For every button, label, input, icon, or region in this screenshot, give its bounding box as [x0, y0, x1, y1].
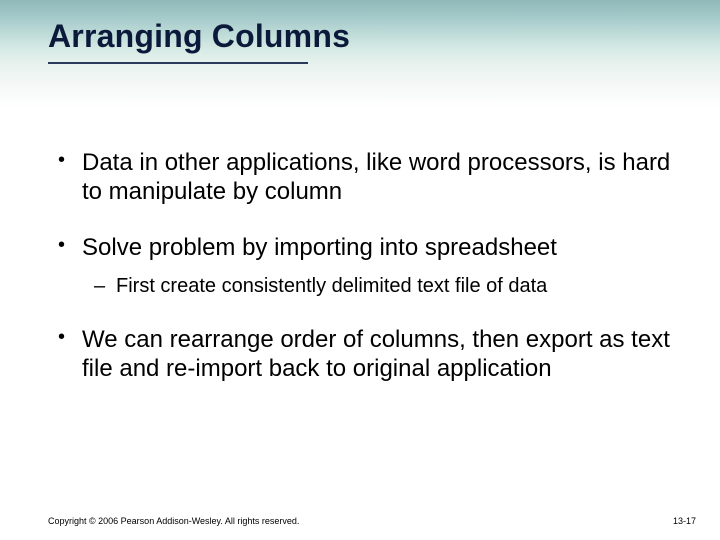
- list-item: We can rearrange order of columns, then …: [48, 325, 672, 384]
- title-band: Arranging Columns: [0, 0, 720, 108]
- bullet-list: Data in other applications, like word pr…: [48, 148, 672, 383]
- bullet-text: Solve problem by importing into spreadsh…: [82, 234, 557, 261]
- bullet-text: Data in other applications, like word pr…: [82, 149, 670, 205]
- list-item: Solve problem by importing into spreadsh…: [48, 233, 672, 299]
- slide-footer: Copyright © 2006 Pearson Addison-Wesley.…: [48, 516, 696, 526]
- sub-bullet-text: First create consistently delimited text…: [116, 275, 547, 297]
- sub-bullet-list: First create consistently delimited text…: [82, 274, 672, 299]
- list-item: Data in other applications, like word pr…: [48, 148, 672, 207]
- title-underline: [48, 62, 308, 64]
- bullet-text: We can rearrange order of columns, then …: [82, 326, 670, 382]
- slide-title: Arranging Columns: [48, 18, 350, 55]
- copyright-text: Copyright © 2006 Pearson Addison-Wesley.…: [48, 516, 299, 526]
- list-item: First create consistently delimited text…: [82, 274, 672, 299]
- page-number: 13-17: [673, 516, 696, 526]
- slide-body: Data in other applications, like word pr…: [0, 108, 720, 383]
